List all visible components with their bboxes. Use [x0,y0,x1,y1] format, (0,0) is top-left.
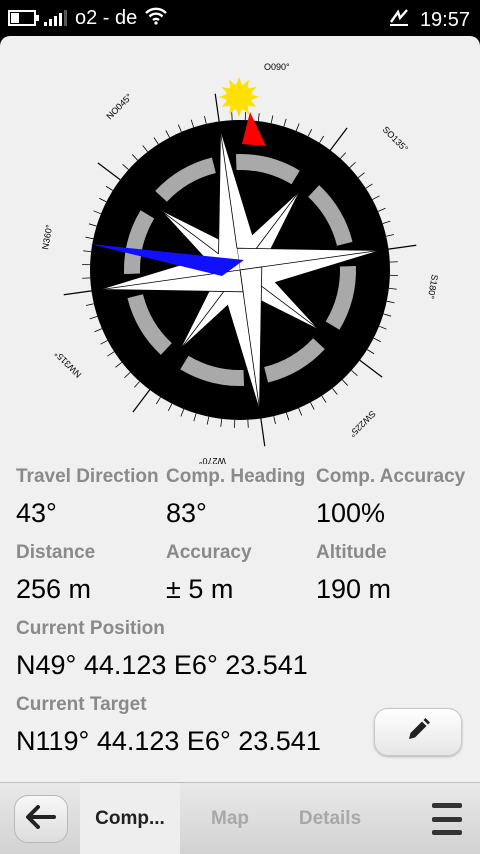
comp-heading-value: 83° [166,498,207,528]
compass-label-n: N360° [40,223,54,250]
compass-label-s: S180° [426,274,440,300]
tab-compass[interactable]: Comp... [80,783,180,854]
distance-label: Distance [16,542,96,563]
travel-direction-label: Travel Direction [16,466,159,487]
info-row-1: Travel Direction Comp. Heading Comp. Acc… [16,462,472,538]
carrier-name: o2 - de [75,7,138,29]
back-arrow-icon [25,804,57,834]
comp-accuracy-value: 100% [316,498,386,528]
current-position-value: N49° 44.123 E6° 23.541 [16,650,308,680]
battery-icon [8,10,39,26]
menu-icon[interactable] [432,803,462,835]
compass-label-ne: NO045° [104,91,134,121]
signal-icon [44,10,67,26]
current-position: Current Position N49° 44.123 E6° 23.541 [16,614,472,690]
altitude-value: 190 m [316,574,392,604]
wifi-icon [145,7,168,30]
compass-label-se: SO135° [381,124,411,154]
status-bar: o2 - de 19:57 [0,0,480,36]
bottom-toolbar: Comp... Map Details [0,782,480,854]
current-position-label: Current Position [16,618,165,639]
main-card: O090° NO045° SO135° N360° S180° NW315° S… [0,36,480,854]
travel-direction-value: 43° [16,498,57,528]
info-row-2: Distance Accuracy Altitude 256 m ± 5 m 1… [16,538,472,614]
accuracy-value: ± 5 m [166,574,234,604]
comp-accuracy-label: Comp. Accuracy [316,466,466,487]
accuracy-label: Accuracy [166,542,252,563]
status-right: 19:57 [388,6,470,33]
status-left: o2 - de [8,6,168,30]
altitude-label: Altitude [316,542,387,563]
pencil-icon [405,717,431,748]
compass-dial[interactable]: O090° NO045° SO135° N360° S180° NW315° S… [20,44,460,464]
compass-label-sw: SW225° [347,409,378,440]
compass-label-nw: NW315° [52,349,83,380]
tab-details[interactable]: Details [280,783,380,854]
comp-heading-label: Comp. Heading [166,466,306,487]
edit-target-button[interactable] [374,708,462,756]
compass-label-e: O090° [264,62,290,72]
distance-value: 256 m [16,574,92,604]
tab-map[interactable]: Map [182,783,278,854]
sun-icon [219,77,259,117]
back-button[interactable] [14,795,68,843]
clock: 19:57 [419,8,470,31]
no-network-icon [388,6,410,33]
